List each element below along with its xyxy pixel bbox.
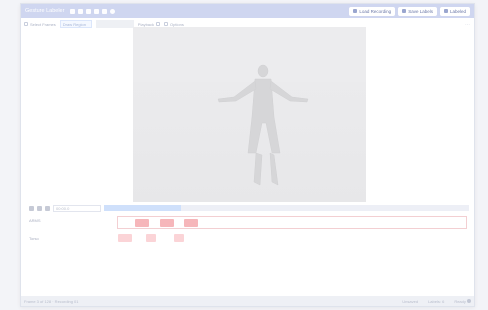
lane-arms[interactable] — [117, 216, 467, 229]
select-frames-tool[interactable]: Select Frames — [24, 22, 56, 27]
step-icon[interactable] — [45, 205, 50, 211]
lane-label-arms: ARMS — [29, 218, 41, 223]
label-segment[interactable] — [159, 219, 174, 227]
playback-controls: 00:00.0 — [29, 203, 469, 213]
person-figure — [217, 64, 309, 186]
label-segment[interactable] — [173, 234, 185, 242]
options-label: Options — [170, 21, 184, 27]
play-icon[interactable] — [29, 205, 34, 211]
status-ready-text: Ready — [454, 298, 466, 304]
timeline: ARMS Torso — [23, 214, 468, 247]
status-left: Frame 3 of 128 · Recording 01 — [24, 298, 79, 304]
tag-icon — [443, 9, 448, 13]
save-button[interactable]: Save Labels — [398, 6, 437, 16]
time-field[interactable]: 00:00.0 — [53, 204, 101, 212]
save-icon — [402, 9, 407, 13]
status-dot-icon — [467, 298, 471, 303]
playback-label: Playback — [137, 21, 155, 27]
select-icon — [24, 22, 28, 26]
stop-icon[interactable] — [37, 205, 42, 211]
draw-region-label: Draw Region — [62, 21, 86, 27]
seek-bar[interactable] — [104, 205, 469, 211]
label-segment[interactable] — [118, 234, 132, 242]
disabled-tool — [95, 20, 134, 28]
video-icon[interactable] — [70, 8, 76, 14]
cursor-icon[interactable] — [102, 8, 108, 14]
video-frame[interactable] — [133, 27, 366, 202]
status-ready: Ready — [454, 298, 471, 304]
download-icon[interactable] — [94, 8, 100, 14]
labeled-button[interactable]: Labeled — [439, 6, 470, 16]
time-value: 00:00.0 — [56, 205, 70, 211]
load-button[interactable]: Load Recording — [349, 6, 396, 16]
seek-progress — [104, 205, 181, 211]
settings-icon[interactable] — [110, 8, 116, 14]
playback-speed[interactable]: Playback — [137, 21, 161, 27]
chevron-down-icon — [156, 22, 161, 26]
status-label-count: Labels: 6 — [428, 298, 445, 304]
draw-region-tool[interactable]: Draw Region — [59, 20, 92, 28]
status-bar: Frame 3 of 128 · Recording 01 Unsaved La… — [21, 296, 474, 306]
file-icon[interactable] — [86, 8, 92, 14]
camera-icon[interactable] — [78, 8, 84, 14]
select-frames-label: Select Frames — [30, 21, 56, 27]
options-menu[interactable]: Options — [164, 22, 184, 27]
title-bar: Gesture Labeler Load Recording Save Labe… — [21, 4, 474, 18]
options-icon — [164, 22, 169, 26]
more-icon[interactable]: ⋯ — [465, 22, 471, 28]
labeled-label: Labeled — [449, 8, 466, 14]
load-label: Load Recording — [359, 8, 392, 14]
app-title: Gesture Labeler — [25, 8, 65, 14]
save-label: Save Labels — [408, 8, 433, 14]
lane-label-torso: Torso — [29, 236, 39, 241]
status-unsaved: Unsaved — [402, 298, 419, 304]
label-segment[interactable] — [184, 219, 199, 227]
label-segment[interactable] — [135, 219, 150, 227]
app-window: Gesture Labeler Load Recording Save Labe… — [20, 3, 475, 307]
folder-icon — [353, 9, 358, 13]
lane-torso[interactable] — [117, 231, 467, 244]
label-segment[interactable] — [145, 234, 157, 242]
